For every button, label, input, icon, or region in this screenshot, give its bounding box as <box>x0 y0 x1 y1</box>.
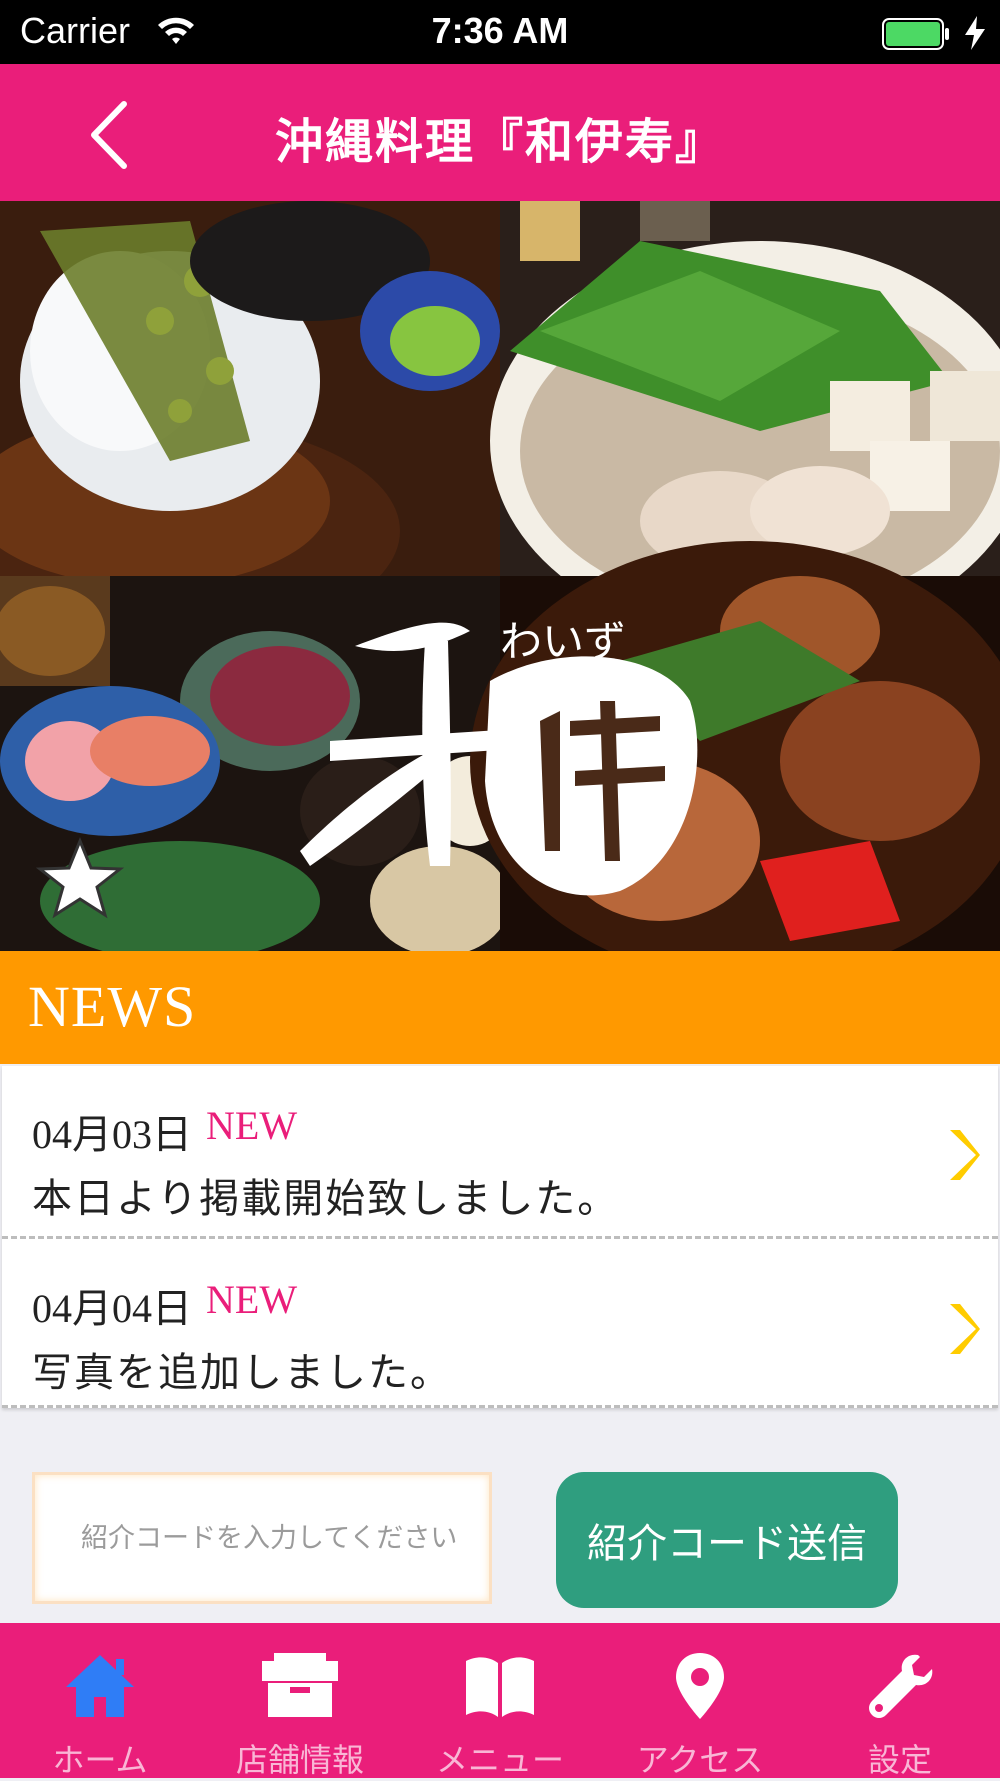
new-badge: NEW <box>206 1103 298 1148</box>
chevron-right-icon <box>950 1130 980 1180</box>
clock: 7:36 AM <box>431 10 569 51</box>
charging-bolt-icon <box>965 16 985 50</box>
tab-shop-info[interactable]: 店舗情報 <box>200 1623 400 1779</box>
tab-bar: ホーム 店舗情報 メニュー アクセス 設定 <box>0 1623 1000 1779</box>
status-bar: Carrier 7:36 AM <box>0 0 1000 64</box>
news-header: NEWS <box>0 951 1000 1064</box>
news-text: 本日より掲載開始致しました。 <box>32 1176 620 1222</box>
news-date: 04月04日 <box>32 1286 192 1331</box>
chevron-right-icon <box>950 1304 980 1354</box>
news-item[interactable]: 04月03日 NEW 本日より掲載開始致しました。 <box>2 1066 998 1232</box>
book-icon <box>466 1657 534 1717</box>
tab-settings[interactable]: 設定 <box>800 1623 1000 1779</box>
logo-kana: わいず <box>500 617 626 666</box>
tab-home[interactable]: ホーム <box>0 1623 200 1779</box>
hero-image: わいず <box>0 201 1000 951</box>
tab-label: 店舗情報 <box>235 1741 364 1779</box>
send-referral-code-button[interactable]: 紹介コード送信 <box>556 1472 898 1608</box>
news-text: 写真を追加しました。 <box>32 1350 452 1396</box>
news-list: 04月03日 NEW 本日より掲載開始致しました。 04月04日 NEW 写真を… <box>2 1066 998 1408</box>
divider <box>2 1405 998 1408</box>
nav-bar: 沖縄料理『和伊寿』 <box>0 64 1000 201</box>
battery-icon <box>882 18 949 50</box>
page-title: 沖縄料理『和伊寿』 <box>274 114 725 170</box>
news-item[interactable]: 04月04日 NEW 写真を追加しました。 <box>2 1240 998 1406</box>
wrench-icon <box>869 1654 933 1718</box>
home-icon <box>66 1655 134 1717</box>
photo-top-left <box>0 201 500 641</box>
tab-menu[interactable]: メニュー <box>400 1623 600 1779</box>
map-pin-icon <box>676 1653 724 1719</box>
referral-code-input[interactable] <box>32 1472 492 1604</box>
tab-label: メニュー <box>435 1741 564 1779</box>
tab-access[interactable]: アクセス <box>600 1623 800 1779</box>
news-date: 04月03日 <box>32 1112 192 1157</box>
new-badge: NEW <box>206 1277 298 1322</box>
tab-label: アクセス <box>636 1741 764 1779</box>
divider <box>2 1236 998 1239</box>
news-title: NEWS <box>28 974 197 1039</box>
tab-label: 設定 <box>867 1741 932 1779</box>
shop-icon <box>262 1653 338 1717</box>
tab-label: ホーム <box>52 1741 148 1779</box>
